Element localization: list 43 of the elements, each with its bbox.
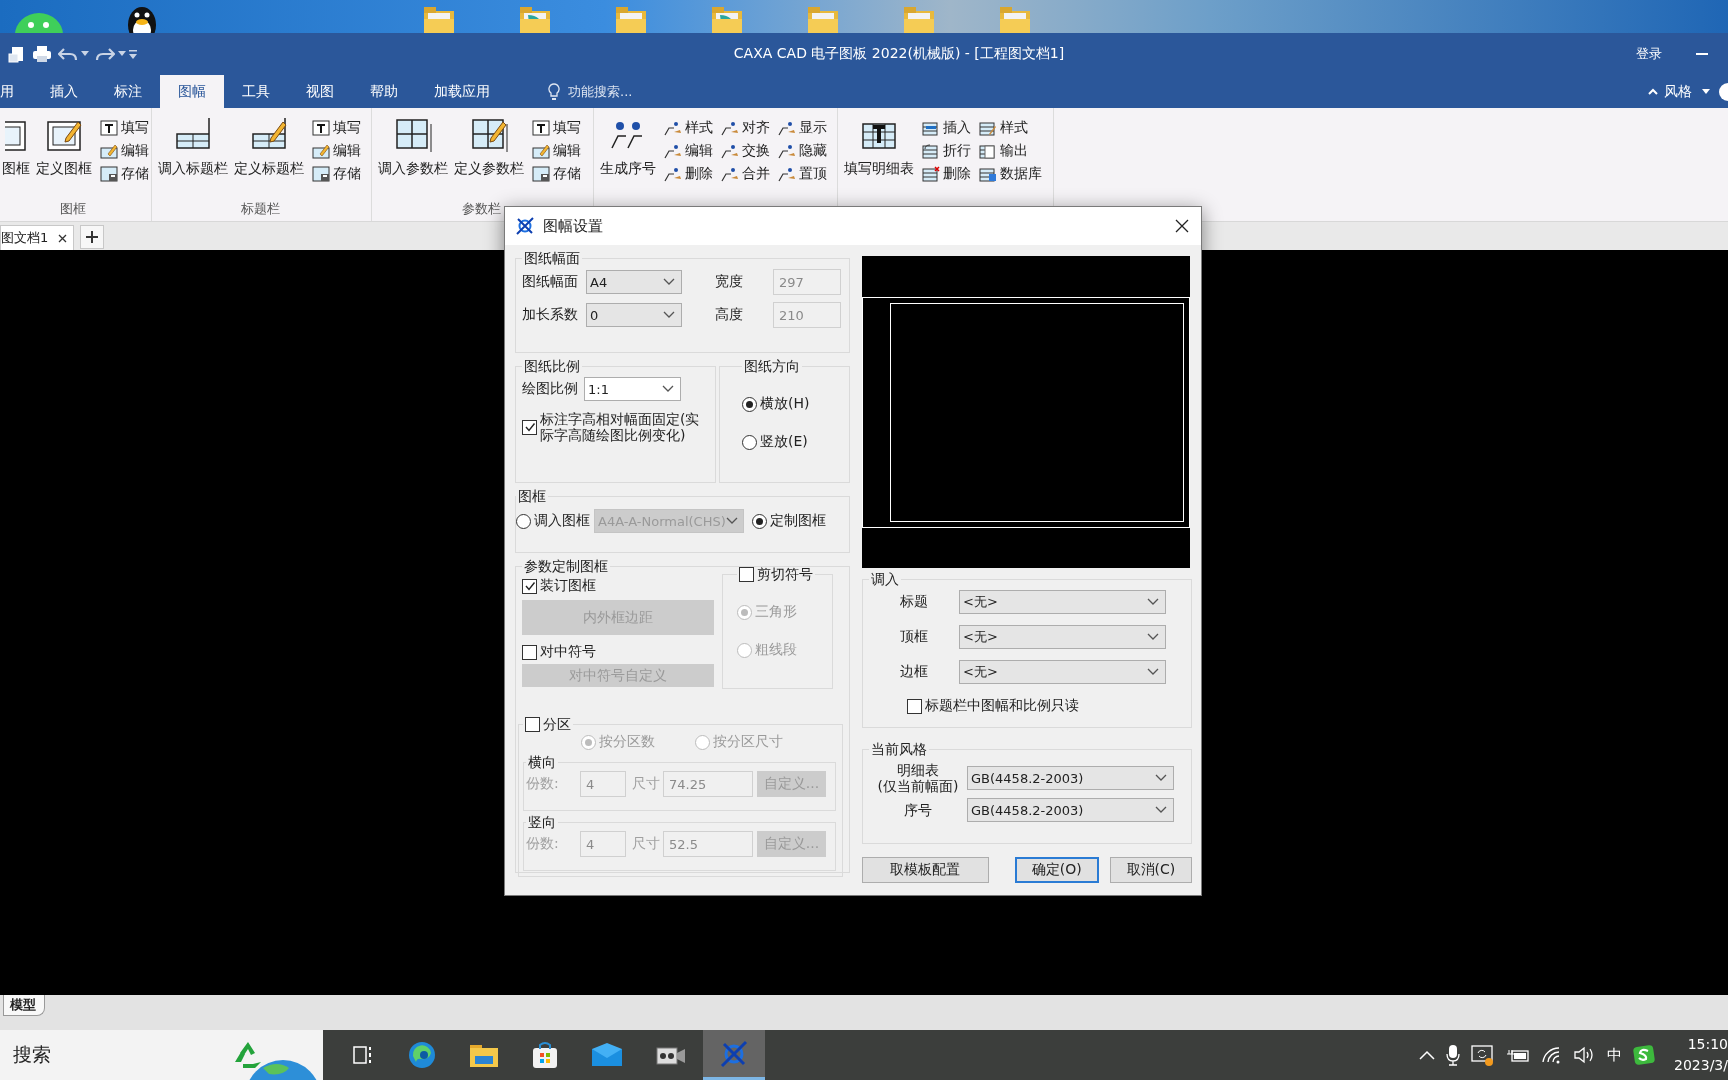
field-label: 图纸幅面 <box>522 273 579 291</box>
field-label: 宽度 <box>714 273 743 291</box>
group-label: 横向 <box>528 754 556 770</box>
field-label: 高度 <box>714 306 743 324</box>
field-label: 份数: <box>526 775 560 793</box>
group-label: 图纸比例 <box>524 358 580 374</box>
radio-label: 调入图框 <box>534 512 590 530</box>
group-label: 调入 <box>871 571 899 587</box>
checkbox-label: 分区 <box>543 715 571 733</box>
dialog-title: 图幅设置 <box>543 216 603 236</box>
field-label: (仅当前幅面) <box>877 778 959 794</box>
checkbox-label: 对中符号 <box>540 643 596 661</box>
group-label: 标题栏 <box>241 200 280 218</box>
field-label: 明细表 <box>897 762 939 778</box>
radio-label: 定制图框 <box>770 512 826 530</box>
group-label: 图纸方向 <box>744 358 800 374</box>
checkbox-label: 装订图框 <box>540 577 596 595</box>
group-label: 参数栏 <box>462 200 501 218</box>
checkbox-label: 标题栏中图幅和比例只读 <box>925 697 1079 715</box>
field-label: 绘图比例 <box>522 380 578 398</box>
group-label: 图纸幅面 <box>524 250 580 266</box>
window-title: CAXA CAD 电子图板 2022(机械版) - [工程图文档1] <box>732 45 1066 63</box>
field-label: 尺寸 <box>632 835 660 853</box>
checkbox-label: 标注字高相对幅面固定(实际字高随绘图比例变化) <box>540 411 700 443</box>
checkbox-label: 剪切符号 <box>757 565 813 583</box>
group-label: 参数定制图框 <box>524 558 608 574</box>
field-label: 份数: <box>526 835 560 853</box>
radio-label: 按分区数 <box>599 733 655 751</box>
group-label: 图框 <box>518 488 546 504</box>
radio-label: 竖放(E) <box>760 433 808 451</box>
radio-label: 横放(H) <box>760 395 810 413</box>
field-label: 序号 <box>904 802 932 818</box>
field-label: 尺寸 <box>632 775 660 793</box>
field-label: 加长系数 <box>522 306 579 324</box>
radio-label: 三角形 <box>755 603 797 621</box>
field-label: 边框 <box>899 663 929 681</box>
field-label: 标题 <box>899 593 929 611</box>
field-label: 顶框 <box>899 628 929 646</box>
radio-label: 按分区尺寸 <box>713 733 783 751</box>
radio-label: 粗线段 <box>755 641 797 659</box>
group-label: 当前风格 <box>871 741 927 757</box>
group-label: 竖向 <box>528 814 556 830</box>
group-label: 图框 <box>59 200 86 218</box>
